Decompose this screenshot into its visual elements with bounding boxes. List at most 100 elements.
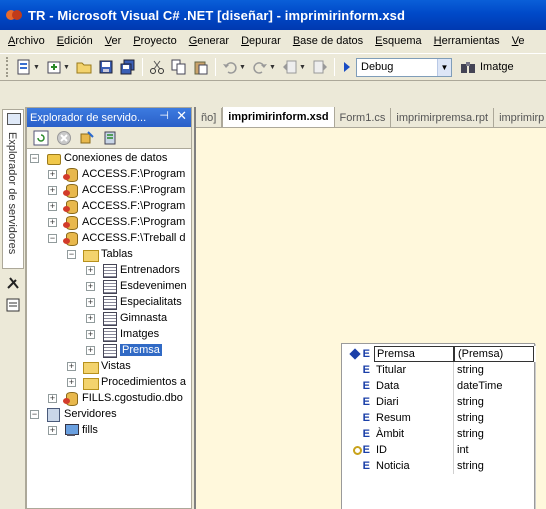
field-type[interactable]: string (454, 364, 484, 376)
schema-field-row[interactable]: E Resum string (342, 410, 536, 426)
undo-button[interactable]: ▼ (219, 56, 249, 78)
schema-element-premsa[interactable]: E Premsa (Premsa) E Titular string E Data dat… (341, 343, 536, 509)
collapse-icon[interactable]: − (67, 249, 76, 259)
menu-proyecto[interactable]: Proyecto (133, 35, 176, 47)
field-type[interactable]: string (454, 412, 484, 424)
tree-node-connection[interactable]: + ACCESS.F:\Program (48, 214, 185, 230)
schema-field-row[interactable]: E Diari string (342, 394, 536, 410)
expand-icon[interactable]: + (86, 345, 95, 355)
tree-node-procedures[interactable]: + Procedimientos a (67, 374, 186, 390)
refresh-button[interactable] (31, 129, 51, 147)
expand-icon[interactable]: + (67, 361, 76, 371)
expand-icon[interactable]: + (67, 377, 76, 387)
field-name[interactable]: Titular (374, 362, 454, 378)
tab-imprimirinform-xsd[interactable]: imprimirinform.xsd (222, 107, 335, 127)
xsd-designer-canvas[interactable]: E Premsa (Premsa) E Titular string E Data dat… (196, 128, 546, 509)
field-name[interactable]: Data (374, 378, 454, 394)
tree-node-table-selected[interactable]: + Premsa (86, 342, 162, 358)
expand-icon[interactable]: + (48, 169, 57, 179)
menu-ve[interactable]: Ve (512, 35, 525, 47)
tree-node-connection[interactable]: + ACCESS.F:\Program (48, 182, 185, 198)
collapse-icon[interactable]: − (48, 233, 57, 243)
chevron-down-icon[interactable]: ▼ (437, 58, 451, 76)
tree-node-table[interactable]: + Esdevenimen (86, 278, 187, 294)
expand-icon[interactable]: + (48, 393, 57, 403)
element-name[interactable]: Premsa (374, 346, 454, 362)
menu-depurar[interactable]: Depurar (241, 35, 281, 47)
field-name[interactable]: ID (374, 442, 454, 458)
tab-previous[interactable]: ño] (196, 108, 223, 127)
field-type[interactable]: string (454, 396, 484, 408)
cut-button[interactable] (146, 56, 168, 78)
schema-field-row[interactable]: E ID int (342, 442, 536, 458)
tree-node-connection[interactable]: + FILLS.cgostudio.dbo (48, 390, 183, 406)
connect-server-button[interactable] (100, 129, 120, 147)
tree-node-connection[interactable]: − ACCESS.F:\Treball d (48, 230, 186, 246)
field-type[interactable]: int (454, 444, 469, 456)
configuration-dropdown[interactable]: Debug ▼ (356, 57, 452, 77)
schema-field-row[interactable]: E Àmbit string (342, 426, 536, 442)
tree-node-server[interactable]: + fills (48, 422, 98, 438)
menu-ver[interactable]: Ver (105, 35, 122, 47)
tree-node-table[interactable]: + Entrenadors (86, 262, 180, 278)
tree-node-servers[interactable]: − Servidores (30, 406, 117, 422)
collapse-icon[interactable]: − (30, 409, 39, 419)
field-type[interactable]: string (454, 460, 484, 472)
field-name[interactable]: Resum (374, 410, 454, 426)
navigate-forward-button[interactable] (309, 56, 331, 78)
redo-button[interactable]: ▼ (249, 56, 279, 78)
tab-form1-cs[interactable]: Form1.cs (335, 108, 392, 127)
paste-button[interactable] (190, 56, 212, 78)
menu-base-de-datos[interactable]: Base de datos (293, 35, 363, 47)
collapse-icon[interactable]: − (30, 153, 39, 163)
add-item-button[interactable]: ▼ (43, 56, 73, 78)
tree-node-tables[interactable]: − Tablas (67, 246, 133, 262)
tree-node-connection[interactable]: + ACCESS.F:\Program (48, 198, 185, 214)
tab-imprimirp[interactable]: imprimirp (494, 108, 546, 127)
schema-field-row[interactable]: E Titular string (342, 362, 536, 378)
close-icon[interactable]: ✕ (176, 108, 187, 124)
tree-node-table[interactable]: + Imatges (86, 326, 159, 342)
tab-imprimirpremsa-rpt[interactable]: imprimirpremsa.rpt (391, 108, 495, 127)
expand-icon[interactable]: + (48, 217, 57, 227)
open-file-button[interactable] (73, 56, 95, 78)
tree-node-table[interactable]: + Especialitats (86, 294, 182, 310)
menu-esquema[interactable]: Esquema (375, 35, 421, 47)
navigate-backward-button[interactable]: ▼ (279, 56, 309, 78)
new-project-button[interactable]: ▼ (13, 56, 43, 78)
expand-icon[interactable]: + (48, 185, 57, 195)
save-all-button[interactable] (117, 56, 139, 78)
server-explorer-tab[interactable]: Explorador de servidores (2, 109, 24, 269)
field-name[interactable]: Diari (374, 394, 454, 410)
stop-refresh-button[interactable] (54, 129, 74, 147)
schema-field-row[interactable]: E Data dateTime (342, 378, 536, 394)
expand-icon[interactable]: + (86, 329, 95, 339)
menu-herramientas[interactable]: Herramientas (434, 35, 500, 47)
tree-node-table[interactable]: + Gimnasta (86, 310, 167, 326)
find-in-files-button[interactable]: Imatge (460, 59, 514, 75)
field-type[interactable]: dateTime (454, 380, 502, 392)
tree-node-data-connections[interactable]: − Conexiones de datos (30, 150, 167, 166)
field-name[interactable]: Àmbit (374, 426, 454, 442)
expand-icon[interactable]: + (48, 201, 57, 211)
element-type[interactable]: (Premsa) (454, 346, 534, 362)
start-debug-icon[interactable] (344, 62, 350, 72)
connect-database-button[interactable] (77, 129, 97, 147)
copy-button[interactable] (168, 56, 190, 78)
field-type[interactable]: string (454, 428, 484, 440)
menu-archivo[interactable]: Archivo (8, 35, 45, 47)
expand-icon[interactable]: + (86, 281, 95, 291)
pin-icon[interactable]: ⊣ (159, 109, 169, 122)
expand-icon[interactable]: + (86, 313, 95, 323)
toolbar-grip[interactable] (6, 57, 9, 77)
field-name[interactable]: Noticia (374, 458, 454, 474)
toolbox-tab[interactable] (5, 275, 21, 291)
menu-edici-n[interactable]: Edición (57, 35, 93, 47)
menu-generar[interactable]: Generar (189, 35, 229, 47)
tree-node-views[interactable]: + Vistas (67, 358, 131, 374)
schema-field-row[interactable]: E Noticia string (342, 458, 536, 474)
tree-node-connection[interactable]: + ACCESS.F:\Program (48, 166, 185, 182)
expand-icon[interactable]: + (48, 425, 57, 435)
save-button[interactable] (95, 56, 117, 78)
schema-element-header[interactable]: E Premsa (Premsa) (342, 346, 536, 362)
